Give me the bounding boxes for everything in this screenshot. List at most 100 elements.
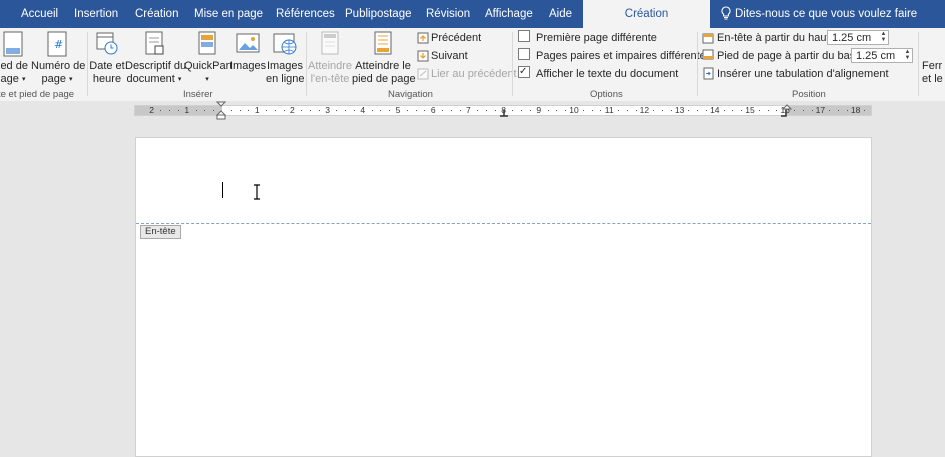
header-position-icon [702, 33, 714, 44]
tab-accueil[interactable]: Accueil [21, 0, 58, 28]
first-page-different-checkbox[interactable]: Première page différente [518, 30, 657, 46]
ruler-tick [811, 110, 813, 111]
tab-creation-design[interactable]: Création [135, 0, 178, 28]
ruler-number: 11 [604, 105, 614, 115]
ruler-number: 7 [466, 105, 471, 115]
online-images-line1: Images [266, 60, 304, 72]
next-button[interactable]: Suivant [417, 48, 468, 64]
footer-position-icon [702, 49, 714, 60]
ruler-tick [389, 110, 391, 111]
insert-alignment-tab-label: Insérer une tabulation d'alignement [717, 68, 889, 80]
group-separator [918, 32, 919, 96]
ruler-tick [741, 110, 743, 111]
ruler-tick [521, 110, 523, 111]
ruler-tick [530, 110, 531, 111]
close-header-footer-button[interactable]: Ferr et le p [922, 30, 945, 86]
close-line1: Ferr [922, 60, 943, 72]
goto-header-button[interactable]: Atteindre l'en-tête [308, 30, 352, 86]
link-previous-button[interactable]: Lier au précédent [417, 66, 517, 82]
footer-button-line2: age [0, 73, 19, 85]
tab-affichage[interactable]: Affichage [485, 0, 533, 28]
footer-button[interactable]: ied de age ▾ [0, 30, 30, 86]
goto-footer-icon [374, 31, 392, 55]
group-separator [697, 32, 698, 96]
footer-bottom-spinner[interactable]: 1.25 cm ▲ ▼ [851, 48, 913, 63]
document-info-line1: Descriptif du [125, 60, 187, 72]
tell-me-text: Dites-nous ce que vous voulez faire [735, 8, 918, 20]
ruler-number: 17 [815, 105, 826, 115]
ruler-tick [442, 110, 443, 111]
ruler-tick [802, 110, 804, 111]
tab-mise-en-page[interactable]: Mise en page [194, 0, 263, 28]
ruler-number: 4 [360, 105, 366, 115]
goto-header-line2: l'en-tête [310, 73, 350, 85]
document-page[interactable]: En-tête [135, 137, 872, 457]
ruler-tick [662, 110, 663, 111]
ruler-tick [846, 110, 848, 111]
date-time-line1: Date et [89, 60, 125, 72]
odd-even-different-checkbox[interactable]: Pages paires et impaires différentes [518, 48, 711, 64]
ruler-tick [345, 110, 347, 111]
calendar-clock-icon [96, 32, 118, 55]
quickpart-button[interactable]: QuickPart ▾ [184, 30, 233, 86]
insert-alignment-tab-button[interactable]: Insérer une tabulation d'alignement [702, 66, 889, 82]
ruler-tick [178, 110, 179, 111]
header-top-label: En-tête à partir du haut : [717, 32, 836, 44]
quickpart-line1: QuickPart [184, 60, 233, 72]
ruler-tick [556, 110, 558, 111]
tab-publipostage[interactable]: Publipostage [345, 0, 412, 28]
ruler-tick [635, 110, 637, 111]
images-button[interactable]: Images [230, 30, 266, 73]
ruler-tick [494, 110, 496, 111]
ribbon: ied de age ▾ # Numéro de page ▾ te et pi… [0, 28, 945, 102]
tab-stop-right-icon[interactable] [780, 110, 790, 118]
indent-marker-icon[interactable] [216, 101, 228, 121]
tab-revision[interactable]: Révision [426, 0, 470, 28]
tab-aide[interactable]: Aide [549, 0, 572, 28]
alignment-tab-icon [703, 67, 714, 80]
ruler-tick [283, 110, 285, 111]
online-picture-icon [273, 33, 297, 55]
show-document-text-checkbox[interactable]: Afficher le texte du document [518, 64, 678, 82]
ruler-number: 10 [569, 105, 579, 115]
goto-footer-button[interactable]: Atteindre le pied de page [352, 30, 416, 86]
goto-footer-line1: Atteindre le [355, 60, 411, 72]
spinner-arrows-icon[interactable]: ▲ ▼ [879, 31, 888, 44]
online-images-button[interactable]: Images en ligne [266, 30, 305, 86]
ruler-tick [169, 110, 171, 111]
header-top-spinner[interactable]: 1.25 cm ▲ ▼ [827, 30, 889, 45]
ruler-tick [459, 110, 461, 111]
ruler-number: 18 [850, 105, 861, 115]
ruler-tick [512, 110, 514, 111]
ruler-number: 2 [149, 105, 154, 115]
document-info-button[interactable]: Descriptif du document ▾ [125, 30, 187, 86]
page-number-button[interactable]: # Numéro de page ▾ [31, 30, 85, 86]
ruler-tick [213, 110, 215, 111]
header-tag: En-tête [140, 225, 181, 239]
group-label-header-footer: te et pied de page [0, 89, 75, 100]
date-time-line2: heure [92, 73, 122, 85]
ruler-tick [565, 110, 567, 111]
close-line2: et le p [922, 73, 945, 85]
ruler-tick [582, 110, 584, 111]
spinner-arrows-icon[interactable]: ▲ ▼ [903, 49, 912, 62]
tab-references[interactable]: Références [276, 0, 335, 28]
tell-me-search[interactable]: Dites-nous ce que vous voulez faire [720, 0, 917, 28]
ruler-tick [318, 110, 320, 111]
previous-button[interactable]: Précédent [417, 30, 481, 46]
tab-insertion[interactable]: Insertion [74, 0, 118, 28]
group-separator [87, 32, 88, 96]
tab-stop-center-icon[interactable] [499, 110, 509, 118]
tab-creation-header-footer[interactable]: Création [583, 0, 710, 29]
date-time-button[interactable]: Date et heure [89, 30, 125, 86]
ruler-tick [239, 110, 241, 111]
checkbox-box [518, 48, 530, 60]
ruler-tick [688, 110, 690, 111]
ruler-tick [230, 110, 232, 111]
goto-footer-line2: pied de page [352, 73, 416, 85]
ruler-tick [406, 110, 408, 111]
ruler-tick [829, 110, 831, 111]
footer-icon [3, 31, 23, 57]
right-indent-marker-icon[interactable] [782, 103, 792, 111]
ruler-tick [794, 110, 795, 111]
